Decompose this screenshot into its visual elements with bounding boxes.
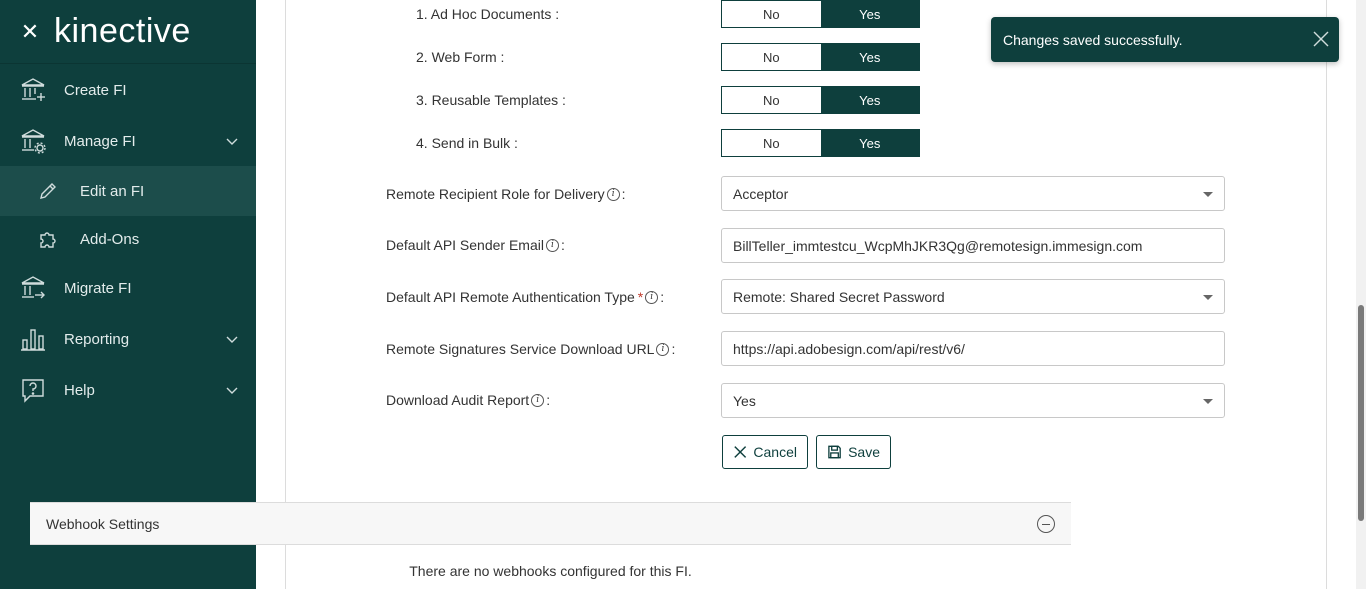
auth-type-select[interactable]: Remote: Shared Secret Password (721, 279, 1225, 314)
label-text: Remote Signatures Service Download URL (386, 341, 655, 357)
sender-email-input[interactable]: BillTeller_immtestcu_WcpMhJKR3Qg@remotes… (721, 228, 1225, 263)
sidebar-item-label: Manage FI (64, 132, 136, 150)
audit-report-select[interactable]: Yes (721, 383, 1225, 418)
download-url-label: Remote Signatures Service Download URL i: (386, 340, 675, 358)
sender-email-label: Default API Sender Email i: (386, 236, 565, 254)
info-icon[interactable]: i (606, 187, 620, 201)
close-icon (734, 446, 747, 458)
sidebar-item-migrate-fi[interactable]: Migrate FI (0, 263, 256, 313)
select-value: Remote: Shared Secret Password (733, 288, 945, 305)
caret-down-icon (1203, 192, 1213, 197)
download-url-input[interactable]: https://api.adobesign.com/api/rest/v6/ (721, 331, 1225, 366)
auth-type-label: Default API Remote Authentication Type * i… (386, 288, 664, 306)
collapse-minus-icon[interactable] (1037, 515, 1055, 533)
success-toast: Changes saved successfully. (991, 17, 1339, 62)
toggle-reusable-templates[interactable]: No Yes (721, 86, 920, 114)
toggle-yes-option[interactable]: Yes (820, 130, 919, 156)
label-text: Download Audit Report (386, 392, 530, 408)
toggle-yes-option[interactable]: Yes (820, 1, 919, 27)
puzzle-icon (40, 232, 56, 248)
bank-arrow-icon (21, 276, 45, 299)
toggle-label-reusable-templates: 3. Reusable Templates : (416, 92, 566, 108)
sidebar-item-edit-fi[interactable]: Edit an FI (0, 166, 256, 216)
select-value: Acceptor (733, 185, 789, 202)
sidebar-item-manage-fi[interactable]: Manage FI (0, 116, 256, 166)
close-icon[interactable] (1313, 31, 1329, 47)
scrollbar-thumb[interactable] (1358, 305, 1364, 521)
toggle-no-option[interactable]: No (722, 87, 821, 113)
recipient-role-label: Remote Recipient Role for Delivery i: (386, 185, 626, 203)
cancel-label: Cancel (753, 444, 797, 460)
sidebar: ✕ kinective Create FI Manage FI Edit an … (0, 0, 256, 589)
save-label: Save (848, 444, 880, 460)
app-logo: kinective (54, 12, 191, 50)
label-text: Remote Recipient Role for Delivery (386, 186, 605, 202)
label-colon: : (671, 341, 676, 357)
label-colon: : (546, 392, 551, 408)
recipient-role-select[interactable]: Acceptor (721, 176, 1225, 211)
scrollbar[interactable] (1356, 0, 1366, 589)
toggle-label-send-in-bulk: 4. Send in Bulk : (416, 135, 518, 151)
bank-plus-icon (21, 78, 45, 101)
caret-down-icon (1203, 399, 1213, 404)
label-colon: : (660, 289, 665, 305)
pencil-icon (40, 183, 56, 199)
sidebar-item-help[interactable]: Help (0, 365, 256, 415)
sidebar-item-add-ons[interactable]: Add-Ons (0, 214, 256, 264)
sidebar-item-label: Reporting (64, 330, 130, 348)
toggle-label-ad-hoc: 1. Ad Hoc Documents : (416, 6, 560, 22)
bar-chart-icon (21, 329, 45, 351)
question-bubble-icon (22, 379, 44, 403)
cancel-button[interactable]: Cancel (722, 435, 808, 469)
info-icon[interactable]: i (531, 393, 545, 407)
close-menu-icon[interactable]: ✕ (20, 19, 40, 45)
save-button[interactable]: Save (816, 435, 891, 469)
info-icon[interactable]: i (545, 238, 559, 252)
label-colon: : (560, 237, 565, 253)
sidebar-item-label: Migrate FI (64, 279, 132, 297)
label-colon: : (621, 186, 626, 202)
toggle-ad-hoc-documents[interactable]: No Yes (721, 0, 920, 28)
toggle-no-option[interactable]: No (722, 1, 821, 27)
audit-report-label: Download Audit Report i: (386, 391, 550, 409)
toggle-web-form[interactable]: No Yes (721, 43, 920, 71)
sidebar-item-label: Create FI (64, 81, 127, 99)
webhooks-empty-message: There are no webhooks configured for thi… (409, 563, 692, 579)
sidebar-item-reporting[interactable]: Reporting (0, 314, 256, 364)
brand-bar: ✕ kinective (0, 0, 256, 64)
chevron-down-icon (226, 138, 238, 145)
required-marker: * (637, 289, 644, 305)
toggle-yes-option[interactable]: Yes (820, 87, 919, 113)
chevron-down-icon (226, 336, 238, 343)
toggle-label-web-form: 2. Web Form : (416, 49, 505, 65)
sidebar-item-label: Edit an FI (80, 182, 145, 200)
toggle-send-in-bulk[interactable]: No Yes (721, 129, 920, 157)
toggle-no-option[interactable]: No (722, 130, 821, 156)
sidebar-item-label: Help (64, 381, 95, 399)
label-text: Default API Remote Authentication Type (386, 289, 635, 305)
input-value: BillTeller_immtestcu_WcpMhJKR3Qg@remotes… (733, 237, 1143, 254)
sidebar-item-label: Add-Ons (80, 230, 140, 248)
chevron-down-icon (226, 387, 238, 394)
info-icon[interactable]: i (656, 342, 670, 356)
floppy-disk-icon (828, 445, 841, 459)
webhook-settings-header[interactable]: Webhook Settings (30, 502, 1071, 545)
bank-gear-icon (21, 129, 46, 154)
info-icon[interactable]: i (645, 290, 659, 304)
toggle-no-option[interactable]: No (722, 44, 821, 70)
toast-message: Changes saved successfully. (1003, 31, 1183, 48)
toggle-yes-option[interactable]: Yes (820, 44, 919, 70)
select-value: Yes (733, 392, 756, 409)
section-title: Webhook Settings (46, 515, 160, 532)
input-value: https://api.adobesign.com/api/rest/v6/ (733, 340, 965, 357)
sidebar-item-create-fi[interactable]: Create FI (0, 65, 256, 115)
label-text: Default API Sender Email (386, 237, 544, 253)
caret-down-icon (1203, 295, 1213, 300)
